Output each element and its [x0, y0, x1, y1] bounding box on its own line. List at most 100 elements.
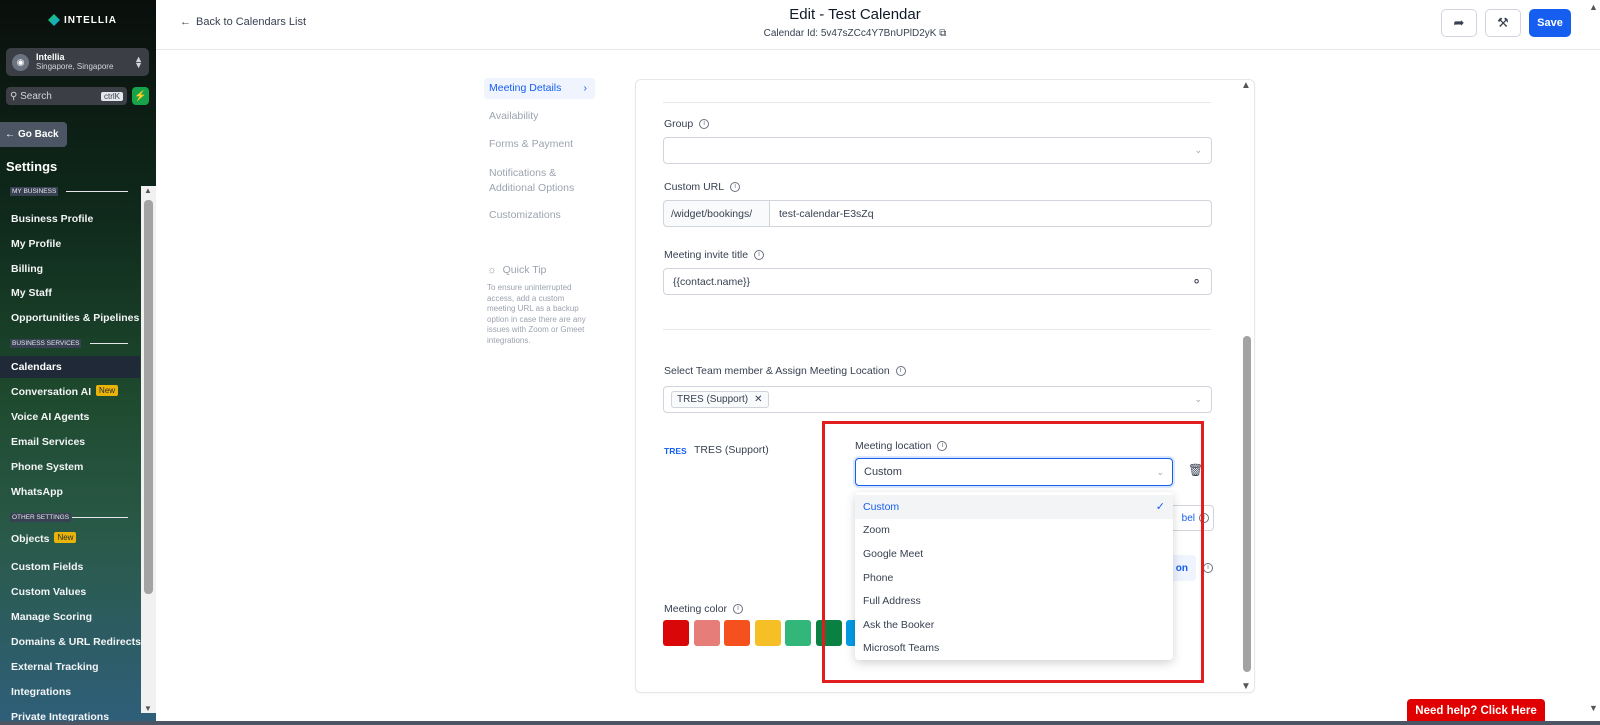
team-member-tag: TRES (Support) ✕	[671, 391, 769, 408]
scroll-down-icon[interactable]: ▼	[1241, 681, 1251, 692]
search-shortcut: ctrlK	[101, 91, 123, 101]
info-icon[interactable]: i	[733, 604, 744, 614]
account-location: Singapore, Singapore	[36, 62, 114, 71]
meeting-color-label-text: Meeting color	[664, 603, 728, 615]
color-swatch[interactable]	[785, 620, 811, 646]
custom-url-input[interactable]: test-calendar-E3sZq	[769, 200, 1212, 227]
brand-name: INTELLIA	[64, 14, 117, 26]
sidebar-item-objects[interactable]: Objects New	[11, 532, 77, 545]
subnav-availability[interactable]: Availability	[489, 110, 538, 122]
member-logo: TRES	[664, 446, 687, 456]
scroll-down-icon[interactable]: ▼	[144, 704, 152, 713]
group-label-text: Group	[664, 118, 694, 130]
info-icon[interactable]: i	[730, 182, 741, 192]
sidebar-item-conversation-ai[interactable]: Conversation AI New	[11, 385, 119, 398]
group-select[interactable]: ⌄	[663, 137, 1212, 164]
tag-label: TRES (Support)	[677, 394, 749, 405]
info-icon[interactable]: i	[1203, 563, 1213, 573]
team-member-label: Select Team member & Assign Meeting Loca…	[664, 365, 906, 377]
invite-title-label: Meeting invite title i	[664, 249, 765, 261]
search-input[interactable]: ⚲ Search ctrlK	[6, 87, 127, 105]
scroll-up-icon[interactable]: ▲	[1241, 80, 1251, 91]
chevron-updown-icon: ▲ ▼	[134, 54, 143, 70]
quick-action-button[interactable]: ⚡	[132, 87, 149, 105]
go-back-button[interactable]: ← Go Back	[0, 122, 67, 147]
go-back-label: Go Back	[18, 129, 59, 140]
sidebar-item-label: Objects	[11, 533, 50, 545]
arrow-left-icon: ←	[5, 129, 15, 140]
bottom-bar	[0, 721, 1600, 725]
share-icon: ➦	[1453, 15, 1465, 30]
section-business-services: BUSINESS SERVICES	[10, 339, 82, 348]
copy-icon[interactable]: ⧉	[939, 28, 946, 39]
sidebar-item-manage-scoring[interactable]: Manage Scoring	[11, 611, 92, 623]
subnav-label: Additional Options	[489, 182, 575, 194]
tools-icon: ⚒	[1497, 15, 1509, 30]
sidebar-item-billing[interactable]: Billing	[11, 263, 43, 275]
subnav-forms-payment[interactable]: Forms & Payment	[489, 138, 573, 150]
sidebar-item-whatsapp[interactable]: WhatsApp	[11, 486, 63, 498]
card-scroll-thumb[interactable]	[1243, 336, 1251, 672]
calendar-id: Calendar Id: 5v47sZCc4Y7BnUPlD2yK ⧉	[156, 28, 1554, 39]
sidebar-item-phone-system[interactable]: Phone System	[11, 461, 83, 473]
scroll-down-icon[interactable]: ▼	[1589, 703, 1598, 713]
save-button[interactable]: Save	[1529, 9, 1571, 37]
account-switcher[interactable]: ◉ Intellia Singapore, Singapore ▲ ▼	[6, 48, 149, 76]
subnav-customizations[interactable]: Customizations	[489, 209, 561, 221]
section-divider	[66, 191, 128, 192]
sidebar-item-email-services[interactable]: Email Services	[11, 436, 85, 448]
divider	[663, 102, 1211, 103]
info-icon[interactable]: i	[754, 250, 765, 260]
sidebar-item-my-staff[interactable]: My Staff	[11, 287, 52, 299]
subnav-meeting-details[interactable]: Meeting Details ›	[484, 78, 595, 99]
sidebar-scroll-thumb[interactable]	[144, 200, 153, 594]
sidebar-item-business-profile[interactable]: Business Profile	[11, 213, 93, 225]
color-swatch[interactable]	[663, 620, 689, 646]
sidebar-item-domains[interactable]: Domains & URL Redirects	[11, 636, 141, 648]
search-placeholder: Search	[20, 90, 52, 102]
color-swatch[interactable]	[724, 620, 750, 646]
quick-tip-title: ☼ Quick Tip	[487, 264, 546, 276]
settings-title: Settings	[6, 159, 58, 174]
tag-icon[interactable]: ⚬	[1191, 274, 1202, 290]
new-badge: New	[54, 532, 77, 543]
account-name: Intellia	[36, 52, 65, 62]
section-divider	[72, 517, 128, 518]
sidebar-item-opportunities[interactable]: Opportunities & Pipelines	[11, 312, 139, 324]
search-icon: ⚲	[10, 90, 18, 102]
sidebar-item-my-profile[interactable]: My Profile	[11, 238, 61, 250]
calendar-id-text: Calendar Id: 5v47sZCc4Y7BnUPlD2yK	[763, 28, 937, 39]
color-swatch[interactable]	[693, 620, 720, 646]
scroll-up-icon[interactable]: ▲	[1589, 2, 1598, 12]
need-help-button[interactable]: Need help? Click Here	[1407, 699, 1545, 723]
sidebar-scrollbar[interactable]: ▲ ▼	[141, 186, 156, 713]
new-badge: New	[96, 385, 119, 396]
subnav-notifications[interactable]: Notifications & Additional Options	[489, 166, 574, 196]
section-divider	[90, 343, 128, 344]
chevron-down-icon: ⌄	[1194, 394, 1202, 404]
sidebar-item-calendars[interactable]: Calendars	[0, 356, 140, 378]
sidebar-item-label: Conversation AI	[11, 386, 92, 398]
top-bar: ← Back to Calendars List Edit - Test Cal…	[156, 0, 1600, 50]
quick-tip-label: Quick Tip	[502, 264, 547, 276]
invite-title-input[interactable]: {{contact.name}} ⚬	[663, 268, 1212, 295]
sidebar-item-custom-values[interactable]: Custom Values	[11, 586, 86, 598]
meeting-color-label: Meeting color i	[664, 603, 744, 615]
sidebar-item-external-tracking[interactable]: External Tracking	[11, 661, 99, 673]
close-icon[interactable]: ✕	[754, 394, 762, 405]
lightbulb-icon: ☼	[487, 264, 497, 276]
page-scrollbar[interactable]: ▲ ▼	[1586, 0, 1600, 725]
sidebar-item-integrations[interactable]: Integrations	[11, 686, 71, 698]
share-button[interactable]: ➦	[1441, 9, 1477, 37]
info-icon[interactable]: i	[699, 119, 710, 129]
scroll-up-icon[interactable]: ▲	[144, 186, 152, 195]
sidebar-item-voice-ai[interactable]: Voice AI Agents	[11, 411, 89, 423]
tools-button[interactable]: ⚒	[1485, 9, 1521, 37]
team-member-select[interactable]: TRES (Support) ✕ ⌄	[663, 386, 1212, 413]
color-swatch[interactable]	[754, 620, 781, 646]
info-icon[interactable]: i	[895, 366, 906, 376]
sidebar-item-custom-fields[interactable]: Custom Fields	[11, 561, 83, 573]
brand-logo[interactable]: INTELLIA	[48, 14, 117, 26]
location-avatar-icon: ◉	[12, 53, 29, 71]
card-scrollbar[interactable]: ▲ ▼	[1239, 80, 1254, 692]
